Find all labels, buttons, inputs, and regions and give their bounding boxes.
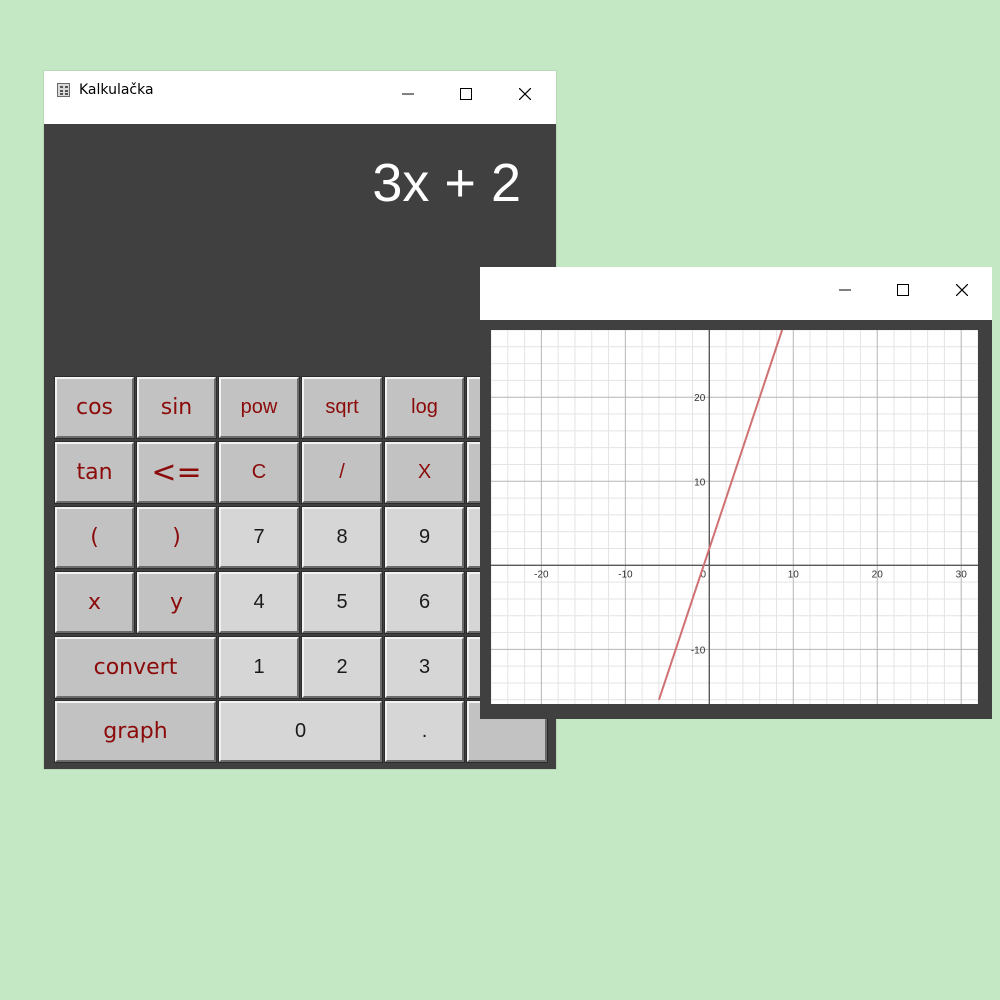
digit-4-button[interactable]: 4 (218, 571, 300, 634)
backspace-button[interactable]: <= (136, 441, 217, 504)
function-graph: -20 -10 0 10 20 30-101020 (491, 330, 978, 704)
log-button[interactable]: log (384, 376, 465, 439)
x-tick-label: 30 (956, 569, 968, 580)
variable-y-button[interactable]: y (136, 571, 217, 634)
graph-close-button[interactable] (933, 267, 991, 313)
digit-8-button[interactable]: 8 (301, 506, 383, 569)
pow-button[interactable]: pow (218, 376, 300, 439)
calculator-app-icon (57, 83, 70, 97)
tan-button[interactable]: tan (54, 441, 135, 504)
graph-minimize-button[interactable] (816, 267, 874, 313)
x-tick-label: 10 (788, 569, 800, 580)
display-expression: 3x + 2 (372, 153, 521, 213)
digit-3-button[interactable]: 3 (384, 636, 465, 699)
variable-x-button[interactable]: x (54, 571, 135, 634)
graph-plot-area[interactable]: -20 -10 0 10 20 30 -10 10 20 (491, 330, 978, 704)
graph-maximize-button[interactable] (874, 267, 932, 313)
maximize-button[interactable] (437, 71, 495, 117)
close-icon (956, 284, 968, 296)
open-paren-button[interactable]: ( (54, 506, 135, 569)
y-tick-label: 10 (694, 477, 706, 488)
close-button[interactable] (496, 71, 554, 117)
y-tick-label: 20 (694, 393, 706, 404)
close-paren-button[interactable]: ) (136, 506, 217, 569)
grid-major (491, 330, 978, 704)
close-icon (519, 88, 531, 100)
digit-7-button[interactable]: 7 (218, 506, 300, 569)
digit-2-button[interactable]: 2 (301, 636, 383, 699)
x-tick-label: -10 (618, 569, 633, 580)
minimize-icon (402, 93, 414, 95)
tick-labels: -20 -10 0 10 20 30-101020 (534, 393, 967, 656)
convert-button[interactable]: convert (54, 636, 217, 699)
grid-minor (491, 330, 978, 704)
digit-6-button[interactable]: 6 (384, 571, 465, 634)
graph-window: -20 -10 0 10 20 30 -10 10 20 (480, 267, 992, 719)
clear-button[interactable]: C (218, 441, 300, 504)
sin-button[interactable]: sin (136, 376, 217, 439)
divide-button[interactable]: / (301, 441, 383, 504)
calculator-titlebar[interactable]: Kalkulačka (44, 71, 556, 124)
graph-button[interactable]: graph (54, 700, 217, 763)
decimal-point-button[interactable]: . (384, 700, 465, 763)
window-title: Kalkulačka (79, 82, 154, 98)
digit-9-button[interactable]: 9 (384, 506, 465, 569)
sqrt-button[interactable]: sqrt (301, 376, 383, 439)
cos-button[interactable]: cos (54, 376, 135, 439)
y-tick-label: -10 (691, 645, 706, 656)
axes (491, 330, 978, 704)
digit-5-button[interactable]: 5 (301, 571, 383, 634)
multiply-button[interactable]: X (384, 441, 465, 504)
maximize-icon (897, 284, 909, 296)
minimize-icon (839, 289, 851, 291)
digit-1-button[interactable]: 1 (218, 636, 300, 699)
minimize-button[interactable] (379, 71, 437, 117)
graph-titlebar[interactable] (480, 267, 992, 320)
x-tick-label: 20 (872, 569, 884, 580)
x-tick-label: -20 (534, 569, 549, 580)
maximize-icon (460, 88, 472, 100)
digit-0-button[interactable]: 0 (218, 700, 383, 763)
